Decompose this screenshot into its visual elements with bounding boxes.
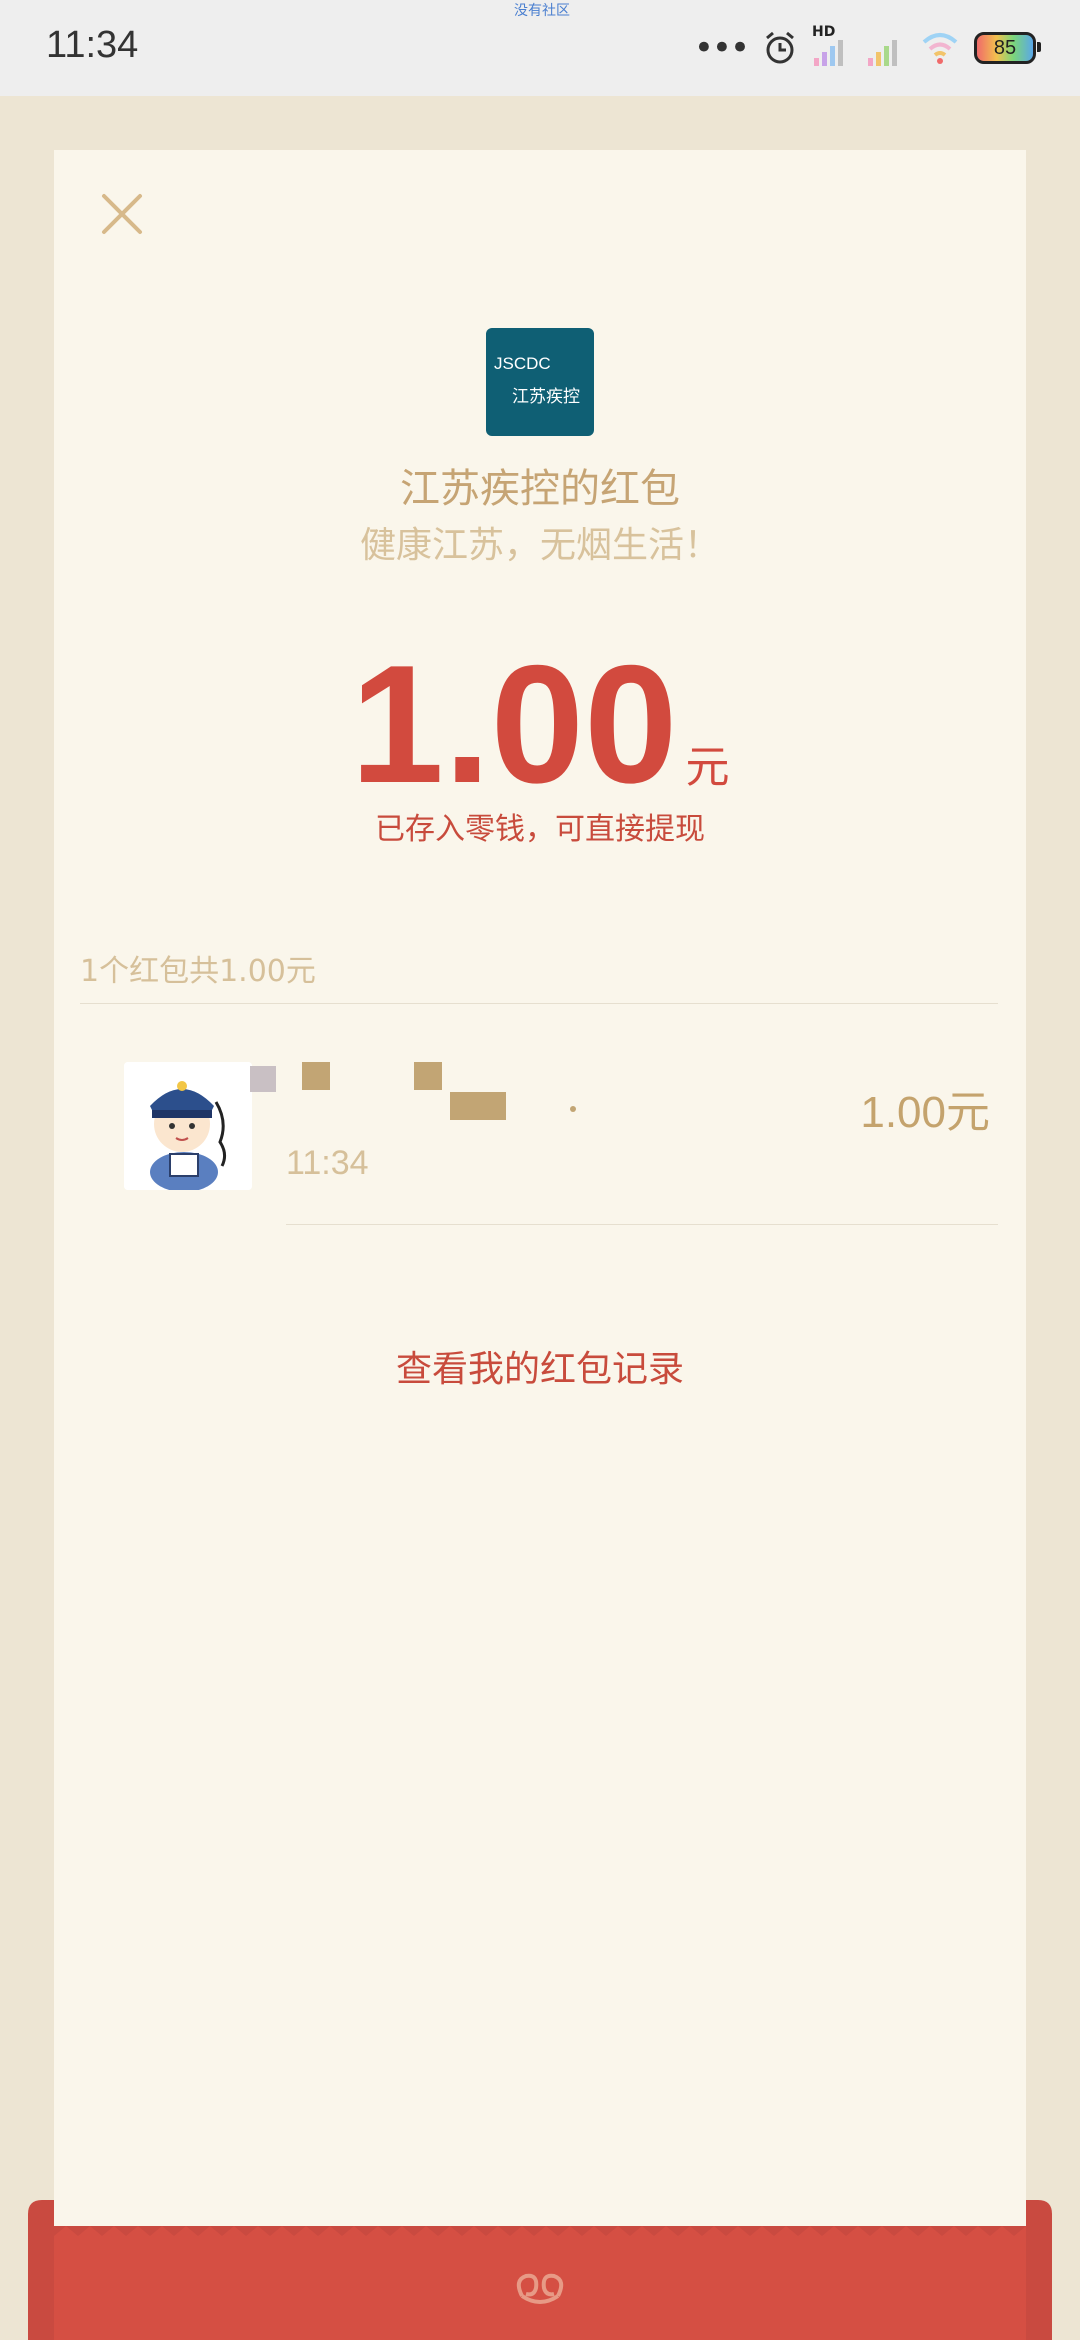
divider: [286, 1224, 998, 1225]
bottom-red-band: [28, 2200, 1052, 2340]
amount-value: 1.00: [350, 630, 678, 818]
sender-title: 江苏疾控的红包: [400, 466, 680, 512]
masked-nickname: [250, 1062, 610, 1122]
status-bar: 没有社区 11:34 ••• HD 85: [0, 0, 1080, 96]
cartoon-avatar-icon: [124, 1062, 252, 1190]
red-packet-card: JSCDC 江苏疾控 江苏疾控的红包 健康江苏，无烟生活！ 1.00 元 已存入零…: [54, 150, 1026, 2270]
hd-signal-icon: HD: [812, 24, 852, 68]
amount-display: 1.00 元: [54, 628, 1026, 821]
more-dots-icon: •••: [693, 28, 750, 68]
list-item[interactable]: 11:34 1.00元: [124, 1062, 994, 1262]
deposit-note[interactable]: 已存入零钱，可直接提现: [54, 804, 1026, 848]
status-top-label: 没有社区: [514, 3, 570, 19]
packet-summary: 1个红包共1.00元: [80, 954, 316, 989]
logo-text-en: JSCDC: [494, 354, 551, 373]
packet-slogan: 健康江苏，无烟生活！: [359, 525, 720, 566]
close-icon[interactable]: [94, 186, 150, 242]
cell-signal-icon: [868, 40, 897, 66]
logo-text-cn: 江苏疾控: [512, 387, 580, 407]
divider: [80, 1003, 998, 1004]
alarm-icon: [766, 31, 794, 64]
avatar: [124, 1062, 252, 1190]
amount-unit: 元: [685, 742, 730, 793]
battery-icon: 85: [974, 32, 1041, 64]
sender-logo: JSCDC 江苏疾控: [486, 328, 594, 436]
record-amount: 1.00元: [860, 1088, 990, 1137]
view-history-link[interactable]: 查看我的红包记录: [54, 1340, 1026, 1392]
status-time: 11:34: [46, 24, 139, 66]
status-icons: ••• HD 85: [693, 24, 1041, 70]
record-time: 11:34: [286, 1144, 369, 1182]
wifi-icon: [922, 33, 958, 64]
